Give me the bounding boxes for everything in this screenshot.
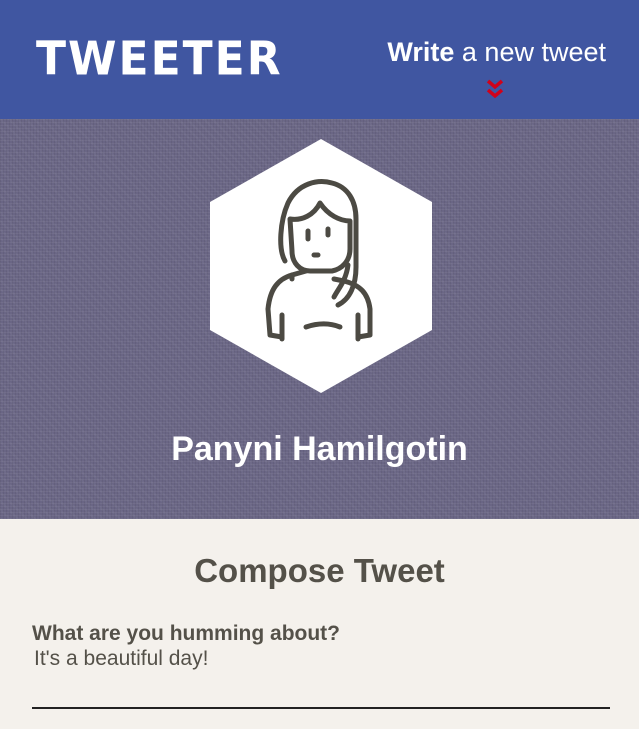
write-link-strong: Write <box>387 37 455 67</box>
tweet-input[interactable] <box>32 647 610 709</box>
app-logo[interactable]: TWEETER <box>36 36 283 83</box>
double-chevron-down-icon[interactable] <box>486 78 504 102</box>
page: TWEETER Write a new tweet Panyni Hamilgo… <box>0 0 639 729</box>
write-link-rest: a new tweet <box>454 37 606 67</box>
profile-banner: Panyni Hamilgotin <box>0 119 639 519</box>
write-new-tweet-link[interactable]: Write a new tweet <box>387 37 606 68</box>
compose-label: What are you humming about? <box>32 622 340 645</box>
profile-name: Panyni Hamilgotin <box>171 430 468 468</box>
compose-section: Compose Tweet What are you humming about… <box>0 519 639 729</box>
compose-title: Compose Tweet <box>194 552 445 589</box>
person-avatar-icon <box>210 139 432 393</box>
top-nav: TWEETER Write a new tweet <box>0 0 639 119</box>
